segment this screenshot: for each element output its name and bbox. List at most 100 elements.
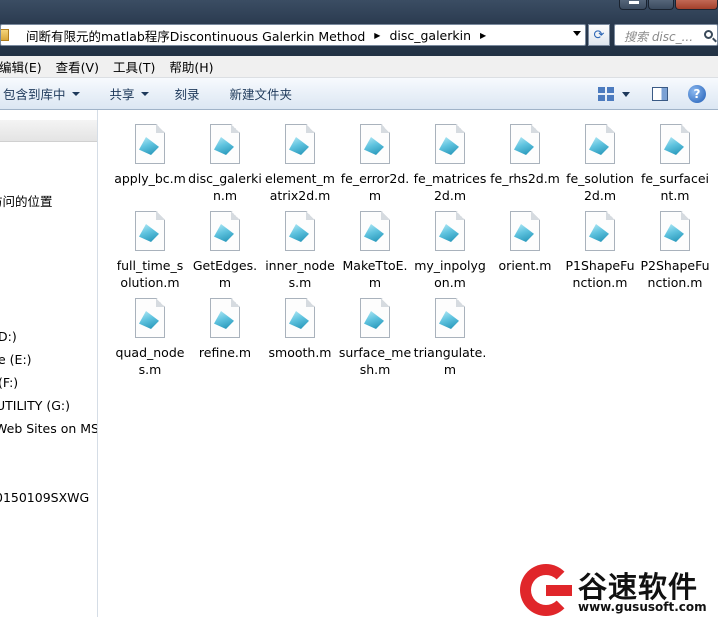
matlab-file-icon xyxy=(510,124,540,164)
file-item[interactable]: full_time_solution.m xyxy=(113,211,187,291)
file-item[interactable]: fe_matrices2d.m xyxy=(413,124,487,204)
breadcrumb-current[interactable]: disc_galerkin xyxy=(386,28,474,43)
file-item[interactable]: surface_mesh.m xyxy=(338,298,412,378)
file-item[interactable]: orient.m xyxy=(488,211,562,274)
file-item[interactable]: fe_error2d.m xyxy=(338,124,412,204)
watermark-url: www.gususoft.com xyxy=(578,600,707,614)
burn-button[interactable]: 刻录 xyxy=(159,84,210,103)
file-name: triangulate.m xyxy=(413,345,487,377)
file-name: full_time_solution.m xyxy=(116,258,184,290)
search-placeholder: 搜索 disc_... xyxy=(624,30,694,44)
matlab-file-icon xyxy=(360,211,390,251)
file-name: apply_bc.m xyxy=(114,171,186,186)
matlab-file-icon xyxy=(510,211,540,251)
menu-help[interactable]: 帮助(H) xyxy=(162,57,220,76)
nav-item-recent-places[interactable]: 访问的位置 xyxy=(0,191,53,210)
breadcrumb-parent[interactable]: 间断有限元的matlab程序Discontinuous Galerkin Met… xyxy=(23,26,368,45)
file-item[interactable]: smooth.m xyxy=(263,298,337,361)
matlab-file-icon xyxy=(435,124,465,164)
help-icon[interactable]: ? xyxy=(688,85,706,103)
matlab-file-icon xyxy=(285,211,315,251)
watermark: 谷速软件 www.gususoft.com xyxy=(520,560,718,617)
title-bar: 间断有限元的matlab程序Discontinuous Galerkin Met… xyxy=(0,0,718,56)
file-name: fe_matrices2d.m xyxy=(413,171,487,203)
file-item[interactable]: inner_nodes.m xyxy=(263,211,337,291)
menu-edit[interactable]: 编辑(E) xyxy=(0,57,49,76)
close-button[interactable] xyxy=(675,0,718,10)
file-item[interactable]: apply_bc.m xyxy=(113,124,187,187)
menu-tools[interactable]: 工具(T) xyxy=(106,57,162,76)
file-item[interactable]: P2ShapeFunction.m xyxy=(638,211,712,291)
share-label: 共享 xyxy=(109,87,135,102)
search-icon[interactable] xyxy=(704,30,713,39)
matlab-file-icon xyxy=(360,124,390,164)
file-name: inner_nodes.m xyxy=(265,258,335,290)
file-name: refine.m xyxy=(198,345,252,360)
view-options-dropdown-icon[interactable] xyxy=(622,91,630,97)
matlab-file-icon xyxy=(210,298,240,338)
change-view-icon[interactable] xyxy=(598,87,614,101)
new-folder-label: 新建文件夹 xyxy=(229,87,293,102)
file-item[interactable]: element_matrix2d.m xyxy=(263,124,337,204)
new-folder-button[interactable]: 新建文件夹 xyxy=(210,84,303,103)
command-bar: 包含到库中 共享 刻录 新建文件夹 ? xyxy=(0,78,718,110)
matlab-file-icon xyxy=(210,124,240,164)
preview-pane-icon[interactable] xyxy=(652,87,668,101)
file-item[interactable]: my_inpolygon.m xyxy=(413,211,487,291)
file-item[interactable]: fe_solution2d.m xyxy=(563,124,637,204)
share-button[interactable]: 共享 xyxy=(90,84,159,103)
include-in-library-button[interactable]: 包含到库中 xyxy=(0,84,90,103)
file-name: P1ShapeFunction.m xyxy=(565,258,635,290)
nav-item-drive-d[interactable]: D:) xyxy=(0,329,17,344)
menu-view[interactable]: 查看(V) xyxy=(49,57,106,76)
matlab-file-icon xyxy=(660,124,690,164)
file-name: fe_rhs2d.m xyxy=(490,171,560,186)
file-name: fe_surfaceint.m xyxy=(640,171,709,203)
file-name: element_matrix2d.m xyxy=(265,171,335,203)
menu-bar: 编辑(E) 查看(V) 工具(T) 帮助(H) xyxy=(0,56,718,78)
file-name: my_inpolygon.m xyxy=(414,258,486,290)
file-name: P2ShapeFunction.m xyxy=(640,258,710,290)
nav-item-drive-e[interactable]: e (E:) xyxy=(0,352,32,367)
file-item[interactable]: quad_nodes.m xyxy=(113,298,187,378)
matlab-file-icon xyxy=(135,211,165,251)
minimize-icon xyxy=(629,1,639,4)
maximize-button[interactable] xyxy=(648,0,674,10)
file-name: orient.m xyxy=(498,258,552,273)
file-item[interactable]: refine.m xyxy=(188,298,262,361)
nav-item-drive-g[interactable]: UTILITY (G:) xyxy=(0,398,70,413)
address-dropdown-icon[interactable] xyxy=(573,31,581,36)
file-name: MakeTtoE.m xyxy=(342,258,408,290)
file-item[interactable]: triangulate.m xyxy=(413,298,487,378)
nav-item-computer[interactable]: 0150109SXWG xyxy=(0,490,89,505)
address-bar[interactable]: 间断有限元的matlab程序Discontinuous Galerkin Met… xyxy=(0,24,586,46)
file-name: smooth.m xyxy=(268,345,332,360)
file-item[interactable]: fe_rhs2d.m xyxy=(488,124,562,187)
matlab-file-icon xyxy=(585,124,615,164)
matlab-file-icon xyxy=(585,211,615,251)
file-item[interactable]: disc_galerkin.m xyxy=(188,124,262,204)
breadcrumb-separator-icon[interactable]: ▶ xyxy=(368,31,386,40)
file-item[interactable]: P1ShapeFunction.m xyxy=(563,211,637,291)
include-in-library-label: 包含到库中 xyxy=(3,87,66,102)
file-item[interactable]: MakeTtoE.m xyxy=(338,211,412,291)
nav-item-drive-f[interactable]: (F:) xyxy=(0,375,18,390)
matlab-file-icon xyxy=(660,211,690,251)
matlab-file-icon xyxy=(210,211,240,251)
matlab-file-icon xyxy=(285,124,315,164)
search-input[interactable]: 搜索 disc_... xyxy=(614,24,718,46)
minimize-button[interactable] xyxy=(619,0,647,10)
chevron-down-icon xyxy=(140,91,149,96)
breadcrumb-separator-icon[interactable]: ▶ xyxy=(474,31,492,40)
nav-pane-header xyxy=(0,120,97,142)
matlab-file-icon xyxy=(135,124,165,164)
file-item[interactable]: GetEdges.m xyxy=(188,211,262,291)
file-name: GetEdges.m xyxy=(192,258,258,290)
file-name: disc_galerkin.m xyxy=(188,171,262,203)
file-item[interactable]: fe_surfaceint.m xyxy=(638,124,712,204)
view-controls: ? xyxy=(598,78,718,110)
matlab-file-icon xyxy=(285,298,315,338)
refresh-button[interactable]: ⟳ xyxy=(588,24,610,46)
nav-item-web-sites-msn[interactable]: Web Sites on MSN xyxy=(0,421,97,436)
matlab-file-icon xyxy=(435,298,465,338)
